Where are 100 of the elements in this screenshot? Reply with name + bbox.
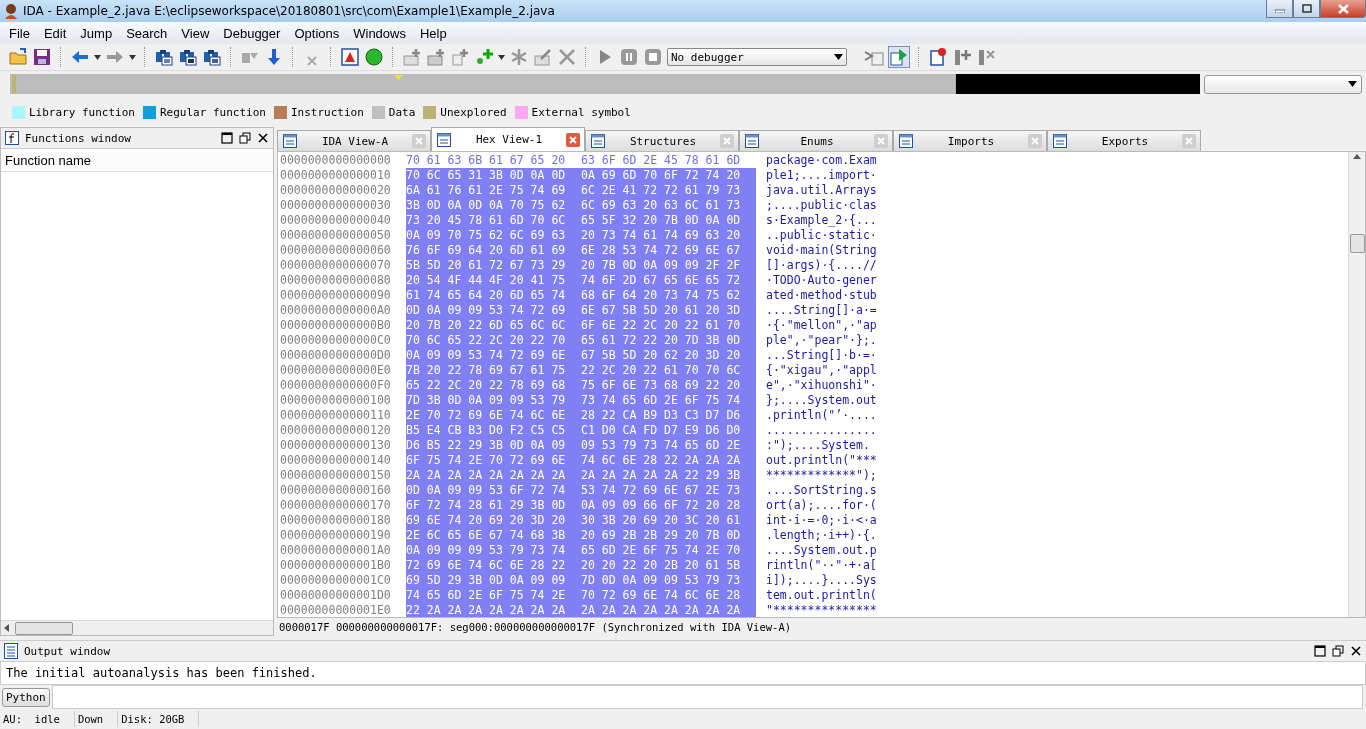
restore-icon[interactable] <box>1332 645 1344 657</box>
hex-bytes: B5 E4 CB B3 D0 F2 C5 C5 <box>406 423 567 438</box>
output-text: The initial autoanalysis has been finished. <box>6 666 317 680</box>
ascii-text: rintln("··"·+·a[ <box>766 558 877 573</box>
ascii-text: ....System.out.p <box>766 543 877 558</box>
stop-icon[interactable] <box>643 47 663 67</box>
hex-bytes: 72 69 6E 74 6C 6E 28 22 <box>406 558 567 573</box>
ascii-text: s·Example_2·{... <box>766 213 877 228</box>
menu-item[interactable]: Help <box>413 23 454 43</box>
menu-item[interactable]: Debugger <box>216 23 288 43</box>
ascii-text: ·TODO·Auto-gener <box>766 273 877 288</box>
menu-item[interactable]: File <box>2 23 37 43</box>
address: 0000000000000030 <box>280 198 392 213</box>
horizontal-scrollbar[interactable] <box>1 620 273 635</box>
save-icon[interactable] <box>32 47 52 67</box>
command-input[interactable] <box>51 685 1363 709</box>
ascii-text: tem.out.println( <box>766 588 877 603</box>
hex-bytes: 73 20 45 78 61 6D 70 6C <box>406 213 567 228</box>
panel-title: Functions window <box>25 131 132 145</box>
legend-label: External symbol <box>531 105 631 119</box>
window-title: IDA - Example_2.java E:\eclipseworkspace\20180801\src\com\Example1\Example_2.java <box>23 4 556 18</box>
hex-bytes: 65 22 2C 20 22 78 69 68 <box>406 378 567 393</box>
legend-label: Library function <box>29 105 135 119</box>
address: 0000000000000050 <box>280 228 392 243</box>
address: 0000000000000190 <box>280 528 392 543</box>
close-button[interactable] <box>1320 0 1366 18</box>
ascii-text: :");....System. <box>766 438 870 453</box>
scrollbar-thumb[interactable] <box>15 621 73 635</box>
caret-icon[interactable] <box>94 54 101 60</box>
pause-icon[interactable] <box>619 47 639 67</box>
menu-item[interactable]: Options <box>287 23 347 43</box>
ascii-text: .length;·i++)·{. <box>766 528 877 543</box>
pencil-box-icon[interactable] <box>533 47 553 67</box>
circle-icon[interactable] <box>364 47 384 67</box>
hex-bytes: 20 69 2B 2B 29 20 7B 0D <box>581 528 742 543</box>
address: 00000000000000B0 <box>280 318 392 333</box>
restore-icon[interactable] <box>239 132 251 144</box>
hex-bytes: 2A 2A 2A 2A 2A 22 29 3B <box>581 468 742 483</box>
address: 00000000000000D0 <box>280 348 392 363</box>
python-button[interactable]: Python <box>2 687 50 707</box>
address: 0000000000000020 <box>280 183 392 198</box>
segment-dropdown[interactable] <box>1204 74 1362 94</box>
ascii-text: e",·"xihuonshi"· <box>766 378 877 393</box>
up-arrow-icon <box>1352 152 1362 162</box>
maximize-button[interactable] <box>1293 0 1320 18</box>
tab[interactable]: IDA View-A <box>277 130 431 151</box>
hex-bytes: 2E 70 72 69 6E 74 6C 6E <box>406 408 567 423</box>
tab-close-icon[interactable] <box>566 132 580 147</box>
ascii-text: ...String[]·b·=· <box>766 348 877 363</box>
hex-bytes: 5B 5D 20 61 72 67 73 29 <box>406 258 567 273</box>
vertical-scrollbar[interactable] <box>1348 152 1365 617</box>
hex-bytes: 2A 2A 2A 2A 2A 2A 2A 2A <box>581 603 742 617</box>
menu-item[interactable]: Jump <box>73 23 120 43</box>
hex-bytes: 73 74 65 6D 2E 6F 75 74 <box>581 393 742 408</box>
ascii-text: ort(a);....for·( <box>766 498 877 513</box>
hex-bytes: 6C 2E 41 72 72 61 79 73 <box>581 183 742 198</box>
hex-bytes: 70 6C 65 31 3B 0D 0A 0D <box>406 168 567 183</box>
caret-icon[interactable] <box>498 54 505 60</box>
tab-icon <box>1052 133 1068 149</box>
menu-item[interactable]: Windows <box>346 23 413 43</box>
scrollbar-thumb[interactable] <box>1349 234 1365 253</box>
maximize-icon[interactable] <box>221 132 233 144</box>
tab[interactable]: Structures <box>585 130 739 151</box>
warning-icon[interactable] <box>340 47 360 67</box>
hex-bytes: 20 7B 20 22 6D 65 6C 6C <box>406 318 567 333</box>
maximize-icon[interactable] <box>1314 645 1326 657</box>
navigation-band-drawing[interactable] <box>10 74 1200 94</box>
menu-item[interactable]: View <box>174 23 217 43</box>
tab[interactable]: Exports <box>1047 130 1201 151</box>
debugger-select[interactable]: No debugger <box>667 48 847 66</box>
hex-bytes: 74 6F 2D 67 65 6E 65 72 <box>581 273 742 288</box>
caret-icon[interactable] <box>129 54 136 60</box>
ascii-text: ;....public·clas <box>766 198 877 213</box>
address: 0000000000000150 <box>280 468 392 483</box>
ascii-text: *************"); <box>766 468 877 483</box>
hex-bytes: 3B 0D 0A 0D 0A 70 75 62 <box>406 198 567 213</box>
ascii-text: i]);....}....Sys <box>766 573 877 588</box>
hex-bytes: 6F 6E 22 2C 20 22 61 70 <box>581 318 742 333</box>
ascii-text: int·i·=·0;·i·<·a <box>766 513 877 528</box>
hex-bytes: 76 6F 69 64 20 6D 61 69 <box>406 243 567 258</box>
minimize-button[interactable] <box>1266 0 1293 18</box>
status-text: Disk: 20GB <box>121 713 185 725</box>
caret-icon <box>1348 81 1357 87</box>
hex-bytes: 0A 09 09 53 74 72 69 6E <box>406 348 567 363</box>
close-icon[interactable] <box>1350 645 1362 657</box>
hex-bytes: 68 6F 64 20 73 74 75 62 <box>581 288 742 303</box>
address: 0000000000000130 <box>280 438 392 453</box>
tab[interactable]: Enums <box>739 130 893 151</box>
address: 0000000000000160 <box>280 483 392 498</box>
menu-item[interactable]: Search <box>119 23 175 43</box>
menu-item[interactable]: Edit <box>36 23 74 43</box>
c-play-icon[interactable] <box>889 47 909 67</box>
tab[interactable]: Imports <box>893 130 1047 151</box>
close-icon[interactable] <box>257 132 269 144</box>
panel-title: Output window <box>24 644 112 658</box>
ascii-text: package·com.Exam <box>766 153 877 168</box>
legend-label: Data <box>388 105 416 119</box>
tab[interactable]: Hex View-1 <box>431 127 585 151</box>
hex-bytes: 70 6C 65 22 2C 20 22 70 <box>406 333 567 348</box>
folder-icon[interactable] <box>8 47 28 67</box>
